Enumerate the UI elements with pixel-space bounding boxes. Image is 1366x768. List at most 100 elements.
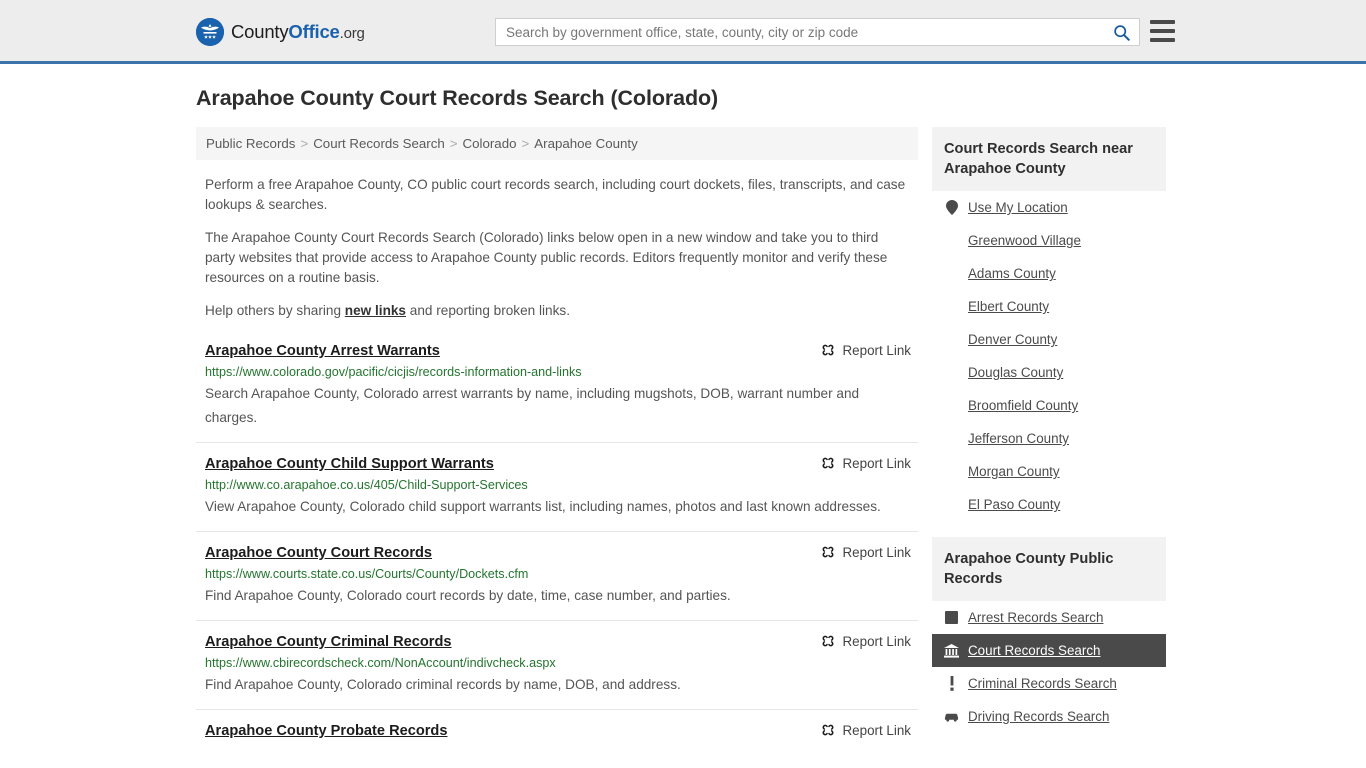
public-records-item-label[interactable]: Driving Records Search [968,709,1109,724]
map-pin-icon [945,200,958,215]
result-description: View Arapahoe County, Colorado child sup… [205,499,881,514]
public-records-item-arrest-records-search[interactable]: Arrest Records Search [932,601,1166,634]
car-icon [944,713,959,722]
no-icon [944,233,959,248]
fingerprint-square-icon [945,611,958,624]
nearby-heading: Court Records Search near Arapahoe Count… [932,127,1166,191]
nearby-item-douglas-county[interactable]: Douglas County [932,356,1166,389]
result-item: Arapahoe County Probate Records Report Li… [196,709,918,756]
new-links-link[interactable]: new links [345,303,406,318]
hamburger-bar [1150,38,1175,42]
broken-link-icon [822,457,834,469]
courthouse-icon [944,643,959,658]
map-pin-icon [944,200,959,215]
report-link-button[interactable]: Report Link [820,455,911,471]
site-logo-text: CountyOffice.org [231,21,365,43]
result-url: http://www.co.arapahoe.co.us/405/Child-S… [205,478,528,492]
hamburger-menu-icon[interactable] [1150,20,1175,42]
search-input[interactable] [496,19,1103,45]
logo-text-county: County [231,21,289,42]
public-records-item-driving-records-search[interactable]: Driving Records Search [932,700,1166,733]
nearby-item-use-my-location[interactable]: Use My Location [932,191,1166,224]
nearby-card: Court Records Search near Arapahoe Count… [932,127,1166,521]
intro-paragraph-3: Help others by sharing new links and rep… [196,301,908,321]
report-link-label: Report Link [842,722,911,738]
result-description: Find Arapahoe County, Colorado court rec… [205,588,731,603]
broken-link-icon [822,546,834,558]
page-body: Arapahoe County Court Records Search (Co… [0,64,1366,756]
nearby-item-morgan-county[interactable]: Morgan County [932,455,1166,488]
result-item: Arapahoe County Child Support Warrants ht… [196,442,918,531]
site-header: CountyOffice.org [0,0,1366,64]
nearby-item-jefferson-county[interactable]: Jefferson County [932,422,1166,455]
intro-paragraph-1: Perform a free Arapahoe County, CO publi… [205,177,906,212]
breadcrumb-item-1[interactable]: Public Records [206,136,295,151]
breadcrumb-separator: > [521,136,530,151]
nearby-item-label[interactable]: Elbert County [968,299,1049,314]
nearby-item-label[interactable]: Denver County [968,332,1057,347]
search-button[interactable] [1103,19,1139,45]
result-title-link[interactable]: Arapahoe County Criminal Records [205,634,452,650]
breadcrumb: Public Records > Court Records Search > Colo… [196,127,918,160]
courthouse-icon [944,643,959,658]
public-records-item-label[interactable]: Criminal Records Search [968,676,1117,691]
report-link-button[interactable]: Report Link [820,544,911,560]
nearby-item-label[interactable]: Adams County [968,266,1056,281]
intro-p3-after: and reporting broken links. [406,303,570,318]
report-link-button[interactable]: Report Link [820,342,911,358]
broken-link-icon [822,724,834,736]
public-records-item-label[interactable]: Court Records Search [968,643,1100,658]
public-records-heading: Arapahoe County Public Records [932,537,1166,601]
fingerprint-square-icon [944,610,959,625]
nearby-item-broomfield-county[interactable]: Broomfield County [932,389,1166,422]
exclamation-icon [944,676,959,691]
report-link-button[interactable]: Report Link [820,633,911,649]
no-icon [944,332,959,347]
eagle-shield-logo-icon [196,18,224,46]
nearby-item-label[interactable]: Douglas County [968,365,1063,380]
nearby-item-adams-county[interactable]: Adams County [932,257,1166,290]
result-title-link[interactable]: Arapahoe County Arrest Warrants [205,343,440,359]
result-item: Arapahoe County Criminal Records https://… [196,620,918,709]
breadcrumb-item-3[interactable]: Colorado [463,136,517,151]
no-icon [944,266,959,281]
nearby-item-label[interactable]: Broomfield County [968,398,1078,413]
result-title-link[interactable]: Arapahoe County Probate Records [205,723,447,739]
site-logo[interactable]: CountyOffice.org [196,18,365,46]
report-link-label: Report Link [842,544,911,560]
result-description: Search Arapahoe County, Colorado arrest … [205,386,860,425]
hamburger-bar [1150,29,1175,33]
result-item: Arapahoe County Court Records https://www… [196,531,918,620]
result-description: Find Arapahoe County, Colorado criminal … [205,677,681,692]
hamburger-bar [1150,20,1175,24]
nearby-item-label[interactable]: El Paso County [968,497,1060,512]
no-icon [944,299,959,314]
report-link-button[interactable]: Report Link [820,722,911,738]
nearby-item-label[interactable]: Greenwood Village [968,233,1081,248]
result-title-link[interactable]: Arapahoe County Court Records [205,545,432,561]
logo-text-org: .org [339,25,365,42]
no-icon [944,398,959,413]
public-records-list: Arrest Records Search Court Records Searc… [932,601,1166,733]
result-title-link[interactable]: Arapahoe County Child Support Warrants [205,456,494,472]
public-records-item-label[interactable]: Arrest Records Search [968,610,1103,625]
nearby-item-greenwood-village[interactable]: Greenwood Village [932,224,1166,257]
main-column: Public Records > Court Records Search > Colo… [196,127,918,756]
nearby-list: Use My Location Greenwood Village Adams Co… [932,191,1166,521]
page-title: Arapahoe County Court Records Search (Co… [196,86,719,110]
broken-link-icon [822,635,834,647]
public-records-item-criminal-records-search[interactable]: Criminal Records Search [932,667,1166,700]
nearby-item-elbert-county[interactable]: Elbert County [932,290,1166,323]
breadcrumb-separator: > [449,136,458,151]
nearby-item-label[interactable]: Morgan County [968,464,1060,479]
nearby-item-el-paso-county[interactable]: El Paso County [932,488,1166,521]
nearby-item-label[interactable]: Use My Location [968,200,1068,215]
broken-link-icon [822,344,834,356]
breadcrumb-item-2[interactable]: Court Records Search [313,136,445,151]
nearby-item-denver-county[interactable]: Denver County [932,323,1166,356]
search-bar[interactable] [495,18,1140,46]
nearby-item-label[interactable]: Jefferson County [968,431,1069,446]
public-records-item-court-records-search[interactable]: Court Records Search [932,634,1166,667]
logo-text-office: Office [288,21,340,42]
result-url: https://www.colorado.gov/pacific/cicjis/… [205,365,582,379]
